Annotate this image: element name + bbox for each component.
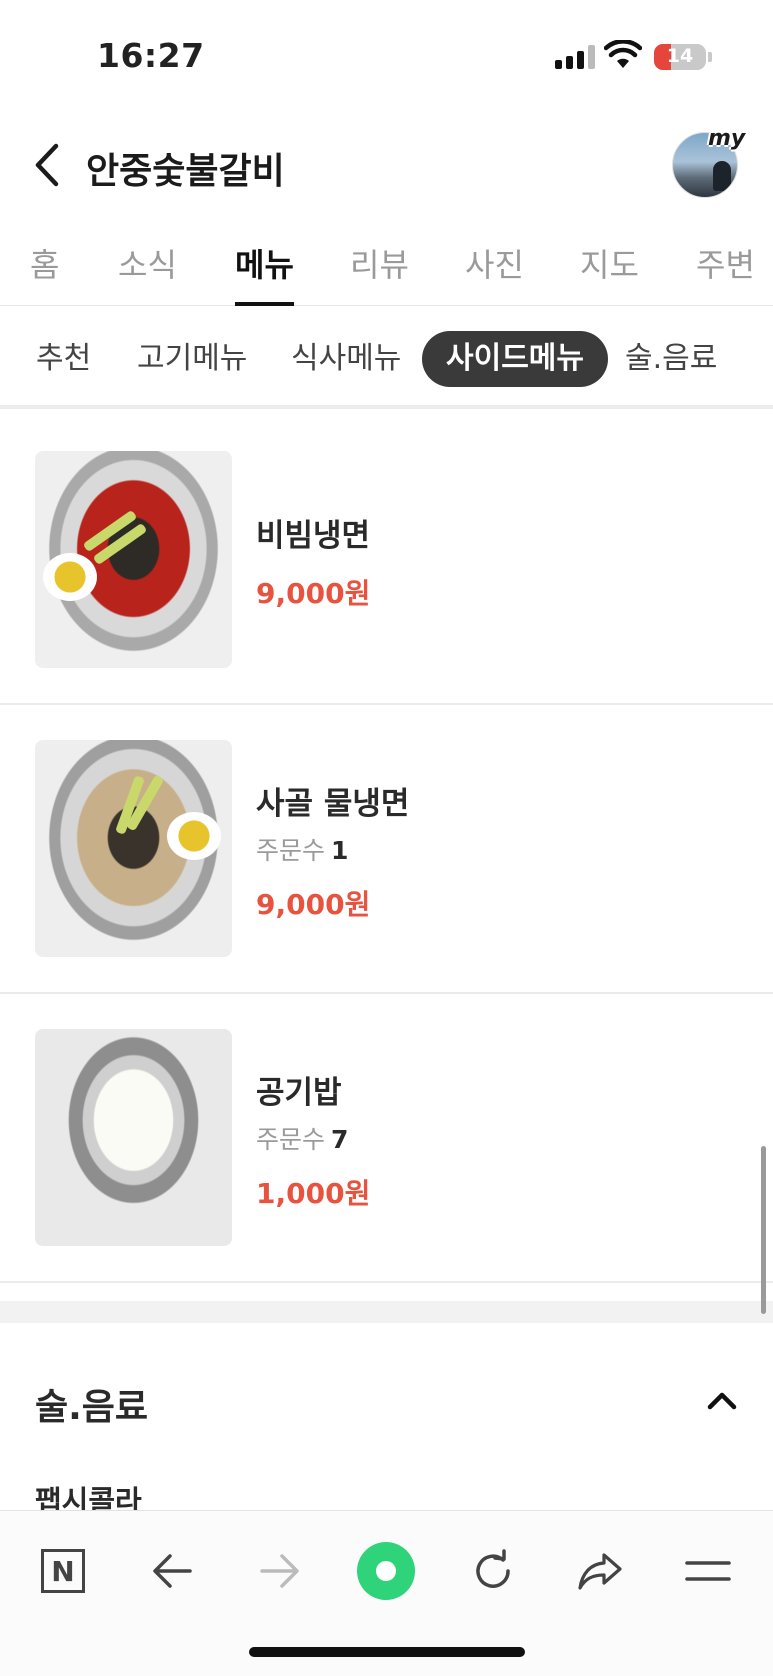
- share-button[interactable]: [570, 1541, 630, 1601]
- naver-home-button[interactable]: N: [33, 1541, 93, 1601]
- menu-item-price: 9,000원: [256, 577, 371, 610]
- tab-news[interactable]: 소식: [118, 240, 177, 306]
- category-meat[interactable]: 고기메뉴: [137, 331, 247, 387]
- refresh-icon: [476, 1549, 510, 1588]
- store-header: 안중숯불갈비: [0, 120, 773, 210]
- refresh-button[interactable]: [463, 1541, 523, 1601]
- order-count-label: 주문수: [256, 836, 326, 865]
- category-drinks[interactable]: 술.음료: [625, 331, 717, 387]
- tab-menu[interactable]: 메뉴: [235, 240, 294, 306]
- bibim-naengmyeon-photo: [35, 451, 232, 668]
- status-bar: 16:27 14: [0, 0, 773, 110]
- share-icon: [578, 1553, 622, 1590]
- category-meals[interactable]: 식사메뉴: [291, 331, 401, 387]
- tab-home[interactable]: 홈: [30, 240, 59, 306]
- back-arrow-icon: [153, 1554, 192, 1588]
- battery-cap: [708, 52, 712, 62]
- tab-nearby[interactable]: 주변: [696, 240, 755, 306]
- menu-category-tabs: 추천 고기메뉴 식사메뉴 사이드메뉴 술.음료: [0, 307, 773, 409]
- section-divider: [0, 1301, 773, 1323]
- menu-button[interactable]: [678, 1541, 738, 1601]
- order-count: 주문수 7: [256, 1120, 348, 1156]
- store-title: 안중숯불갈비: [86, 151, 285, 192]
- status-time: 16:27: [97, 36, 205, 75]
- battery-icon: 14: [654, 44, 706, 70]
- green-dot-icon: [357, 1542, 415, 1600]
- green-dot-button[interactable]: [356, 1541, 416, 1601]
- cellular-signal-icon: [555, 45, 595, 69]
- menu-item-name: 비빔냉면: [256, 518, 371, 554]
- section-title-drinks: 술.음료: [35, 1387, 149, 1428]
- category-side[interactable]: 사이드메뉴: [422, 331, 608, 387]
- menu-icon: [685, 1561, 731, 1581]
- order-count-label: 주문수: [256, 1125, 326, 1154]
- menu-item-price: 9,000원: [256, 888, 371, 921]
- home-indicator: [249, 1647, 525, 1657]
- menu-item-name: 사골 물냉면: [256, 786, 410, 822]
- menu-item-price: 1,000원: [256, 1177, 371, 1210]
- menu-item-name: 공기밥: [256, 1075, 342, 1111]
- back-button[interactable]: [28, 140, 68, 190]
- browser-forward-button[interactable]: [250, 1541, 310, 1601]
- category-recommended[interactable]: 추천: [36, 331, 91, 387]
- main-tab-bar: 홈 소식 메뉴 리뷰 사진 지도 주변: [0, 232, 773, 306]
- menu-item[interactable]: 비빔냉면 9,000원: [0, 416, 773, 705]
- menu-item[interactable]: 사골 물냉면 주문수 1 9,000원: [0, 705, 773, 994]
- battery-level-text: 14: [666, 45, 694, 67]
- my-badge: my: [708, 126, 746, 151]
- order-count-value: 7: [331, 1125, 349, 1154]
- scrollbar[interactable]: [761, 1146, 766, 1314]
- browser-back-button[interactable]: [142, 1541, 202, 1601]
- tab-photos[interactable]: 사진: [465, 240, 524, 306]
- tab-reviews[interactable]: 리뷰: [350, 240, 409, 306]
- order-count: 주문수 1: [256, 831, 348, 867]
- chevron-up-icon: [707, 1392, 737, 1410]
- mul-naengmyeon-photo: [35, 740, 232, 957]
- wifi-icon: [604, 40, 642, 68]
- naver-n-icon: N: [41, 1549, 85, 1593]
- rice-bowl-photo: [35, 1029, 232, 1246]
- tab-map[interactable]: 지도: [580, 240, 639, 306]
- chevron-left-icon: [35, 143, 59, 187]
- menu-item[interactable]: 공기밥 주문수 7 1,000원: [0, 994, 773, 1283]
- forward-arrow-icon: [260, 1554, 299, 1588]
- order-count-value: 1: [331, 836, 349, 865]
- collapse-section-button[interactable]: [704, 1386, 740, 1414]
